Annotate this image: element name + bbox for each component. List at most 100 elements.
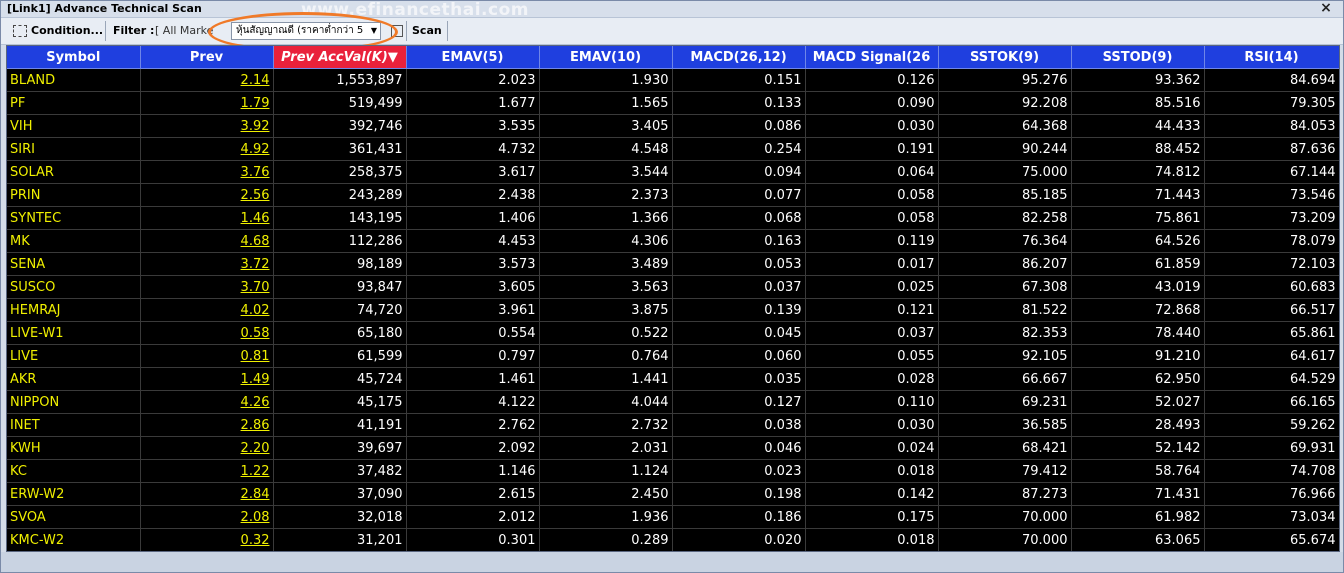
cell-emav-5: 0.301 [406, 528, 540, 551]
cell-prev[interactable]: 2.20 [140, 436, 274, 460]
table-row[interactable]: SUSCO 3.70 93,847 3.605 3.563 0.037 0.025 67.30… [7, 275, 1339, 299]
cell-prev-accval: 65,180 [273, 321, 407, 345]
table-row[interactable]: INET 2.86 41,191 2.762 2.732 0.038 0.030 36.585… [7, 413, 1339, 437]
table-row[interactable]: NIPPON 4.26 45,175 4.122 4.044 0.127 0.110 69.2… [7, 390, 1339, 414]
strategy-select[interactable]: หุ้นสัญญาณดี (ราคาต่ำกว่า 5 ▼ [231, 22, 381, 40]
cell-prev[interactable]: 2.14 [140, 68, 274, 92]
cell-emav-5: 2.615 [406, 482, 540, 506]
table-row[interactable]: SVOA 2.08 32,018 2.012 1.936 0.186 0.175 70.000… [7, 505, 1339, 529]
cell-symbol: KMC-W2 [7, 528, 141, 551]
cell-macd-signal: 0.030 [805, 413, 939, 437]
table-row[interactable]: PRIN 2.56 243,289 2.438 2.373 0.077 0.058 85.18… [7, 183, 1339, 207]
cell-emav-5: 2.438 [406, 183, 540, 207]
cell-symbol: VIH [7, 114, 141, 138]
table-row[interactable]: SOLAR 3.76 258,375 3.617 3.544 0.094 0.064 75.0… [7, 160, 1339, 184]
cell-sstok: 81.522 [938, 298, 1072, 322]
column-header-sstok[interactable]: SSTOK(9) [938, 46, 1072, 69]
cell-prev[interactable]: 3.92 [140, 114, 274, 138]
cell-emav-10: 3.563 [539, 275, 673, 299]
table-row[interactable]: KC 1.22 37,482 1.146 1.124 0.023 0.018 79.412 58… [7, 459, 1339, 483]
cell-prev[interactable]: 4.92 [140, 137, 274, 161]
cell-emav-10: 2.450 [539, 482, 673, 506]
cell-prev-accval: 37,482 [273, 459, 407, 483]
cell-macd-signal: 0.142 [805, 482, 939, 506]
table-row[interactable]: BLAND 2.14 1,553,897 2.023 1.930 0.151 0.126 95… [7, 68, 1339, 92]
cell-prev[interactable]: 0.58 [140, 321, 274, 345]
cell-prev[interactable]: 3.70 [140, 275, 274, 299]
cell-emav-10: 3.875 [539, 298, 673, 322]
cell-prev-accval: 61,599 [273, 344, 407, 368]
cell-rsi: 72.103 [1204, 252, 1339, 276]
column-header-emav-10[interactable]: EMAV(10) [539, 46, 673, 69]
table-row[interactable]: PF 1.79 519,499 1.677 1.565 0.133 0.090 92.208 8… [7, 91, 1339, 115]
cell-prev-accval: 519,499 [273, 91, 407, 115]
table-row[interactable]: LIVE 0.81 61,599 0.797 0.764 0.060 0.055 92.105… [7, 344, 1339, 368]
table-row[interactable]: ERW-W2 2.84 37,090 2.615 2.450 0.198 0.142 87.2… [7, 482, 1339, 506]
cell-emav-5: 0.797 [406, 344, 540, 368]
cell-sstok: 90.244 [938, 137, 1072, 161]
cell-sstod: 62.950 [1071, 367, 1205, 391]
cell-rsi: 59.262 [1204, 413, 1339, 437]
cell-sstok: 64.368 [938, 114, 1072, 138]
cell-prev[interactable]: 1.46 [140, 206, 274, 230]
table-row[interactable]: MK 4.68 112,286 4.453 4.306 0.163 0.119 76.364 6… [7, 229, 1339, 253]
column-header-rsi[interactable]: RSI(14) [1204, 46, 1339, 69]
column-header-macd[interactable]: MACD(26,12) [672, 46, 806, 69]
cell-sstod: 44.433 [1071, 114, 1205, 138]
column-header-emav-5[interactable]: EMAV(5) [406, 46, 540, 69]
close-icon[interactable]: × [1319, 1, 1333, 15]
cell-rsi: 66.165 [1204, 390, 1339, 414]
cell-symbol: KWH [7, 436, 141, 460]
cell-prev[interactable]: 3.72 [140, 252, 274, 276]
cell-prev[interactable]: 2.86 [140, 413, 274, 437]
cell-sstod: 75.861 [1071, 206, 1205, 230]
column-header-symbol[interactable]: Symbol [7, 46, 141, 69]
cell-prev[interactable]: 1.49 [140, 367, 274, 391]
table-row[interactable]: LIVE-W1 0.58 65,180 0.554 0.522 0.045 0.037 82.… [7, 321, 1339, 345]
table-row[interactable]: KWH 2.20 39,697 2.092 2.031 0.046 0.024 68.421 5… [7, 436, 1339, 460]
column-header-sstod[interactable]: SSTOD(9) [1071, 46, 1205, 69]
cell-prev[interactable]: 4.02 [140, 298, 274, 322]
cell-prev[interactable]: 2.08 [140, 505, 274, 529]
table-row[interactable]: VIH 3.92 392,746 3.535 3.405 0.086 0.030 64.368… [7, 114, 1339, 138]
cell-prev[interactable]: 0.81 [140, 344, 274, 368]
cell-symbol: KC [7, 459, 141, 483]
table-row[interactable]: SYNTEC 1.46 143,195 1.406 1.366 0.068 0.058 82.… [7, 206, 1339, 230]
table-row[interactable]: KMC-W2 0.32 31,201 0.301 0.289 0.020 0.018 70.0… [7, 528, 1339, 551]
table-row[interactable]: AKR 1.49 45,724 1.461 1.441 0.035 0.028 66.667 6… [7, 367, 1339, 391]
cell-prev-accval: 392,746 [273, 114, 407, 138]
cell-prev[interactable]: 1.79 [140, 91, 274, 115]
cell-prev[interactable]: 2.84 [140, 482, 274, 506]
table-row[interactable]: HEMRAJ 4.02 74,720 3.961 3.875 0.139 0.121 81.5… [7, 298, 1339, 322]
chevron-down-icon[interactable]: ▼ [371, 23, 377, 39]
cell-rsi: 73.209 [1204, 206, 1339, 230]
condition-button[interactable]: Condition... [13, 22, 103, 40]
column-header-macd-signal[interactable]: MACD Signal(26 [805, 46, 939, 69]
cell-macd: 0.133 [672, 91, 806, 115]
cell-prev[interactable]: 4.26 [140, 390, 274, 414]
market-filter-dropdown[interactable]: [ All Marke [155, 22, 225, 40]
cell-sstod: 91.210 [1071, 344, 1205, 368]
cell-symbol: SYNTEC [7, 206, 141, 230]
cell-prev-accval: 37,090 [273, 482, 407, 506]
cell-prev[interactable]: 3.76 [140, 160, 274, 184]
cell-prev[interactable]: 1.22 [140, 459, 274, 483]
cell-prev[interactable]: 4.68 [140, 229, 274, 253]
scan-button[interactable]: Scan [412, 22, 442, 40]
scan-icon [391, 25, 403, 37]
cell-rsi: 79.305 [1204, 91, 1339, 115]
column-header-prev[interactable]: Prev [140, 46, 274, 69]
status-area [1, 552, 1343, 572]
cell-prev-accval: 45,175 [273, 390, 407, 414]
cell-macd-signal: 0.018 [805, 459, 939, 483]
cell-prev[interactable]: 0.32 [140, 528, 274, 551]
cell-emav-5: 1.461 [406, 367, 540, 391]
cell-macd: 0.127 [672, 390, 806, 414]
cell-sstod: 88.452 [1071, 137, 1205, 161]
cell-prev[interactable]: 2.56 [140, 183, 274, 207]
results-grid[interactable]: Symbol Prev Prev AccVal(K)▼ EMAV(5) EMAV(10)… [6, 45, 1340, 552]
table-row[interactable]: SENA 3.72 98,189 3.573 3.489 0.053 0.017 86.207… [7, 252, 1339, 276]
table-row[interactable]: SIRI 4.92 361,431 4.732 4.548 0.254 0.191 90.24… [7, 137, 1339, 161]
column-header-prev-accval[interactable]: Prev AccVal(K)▼ [273, 46, 407, 69]
cell-sstok: 36.585 [938, 413, 1072, 437]
